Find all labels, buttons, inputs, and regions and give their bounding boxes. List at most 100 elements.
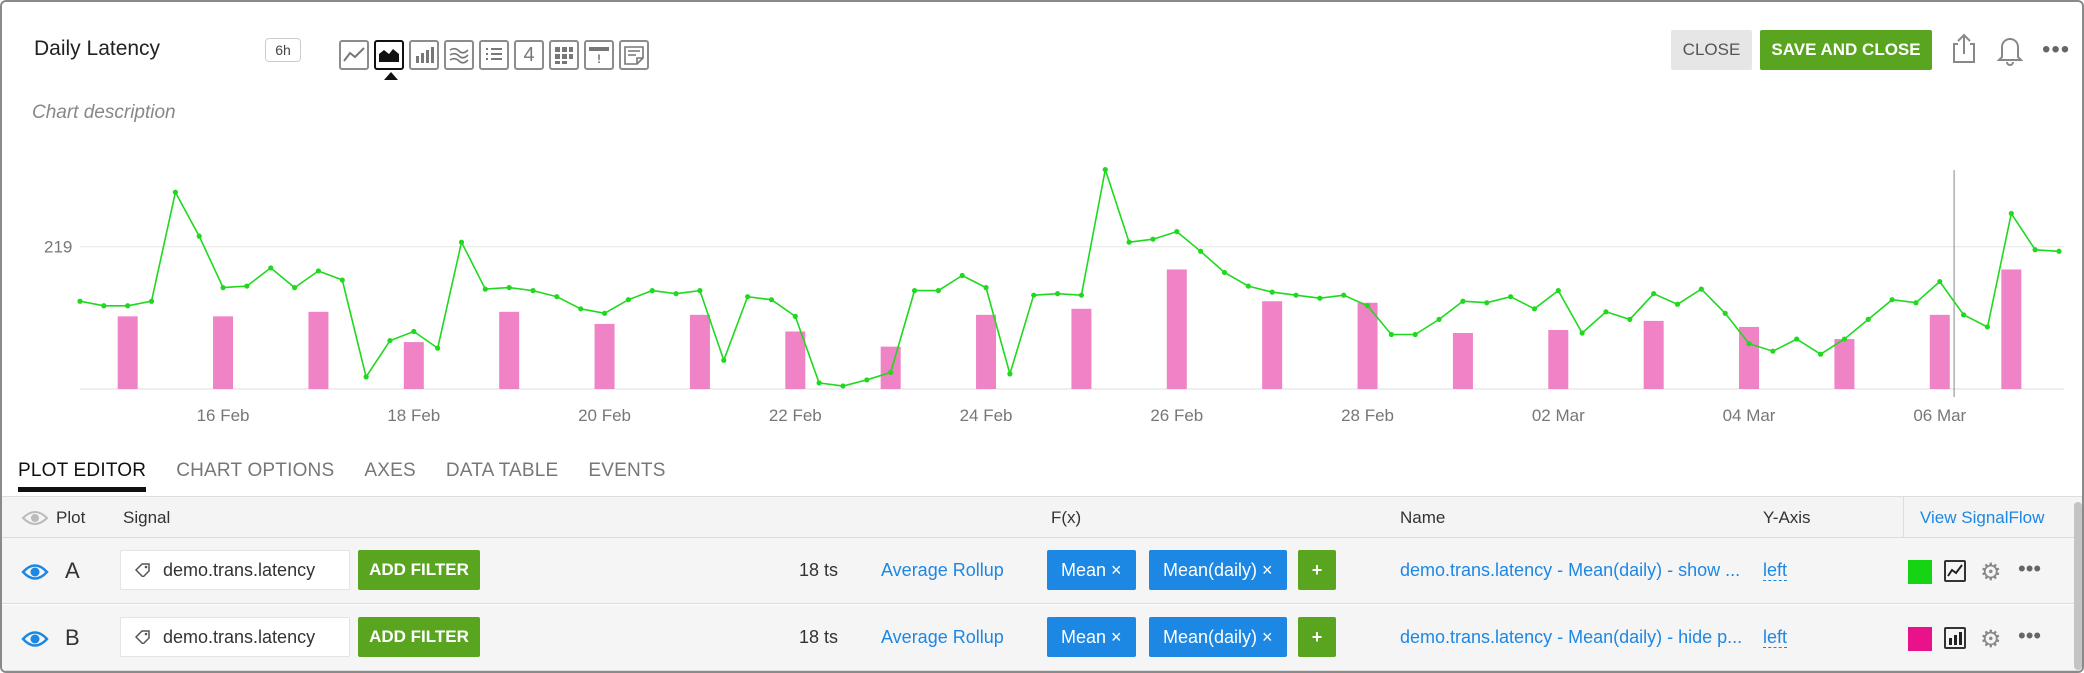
data-point [601, 310, 608, 316]
rollup-link[interactable]: Average Rollup [881, 627, 1004, 648]
line-chart-icon[interactable] [339, 40, 369, 70]
add-function-button[interactable]: + [1298, 550, 1336, 590]
time-range-badge[interactable]: 6h [265, 38, 301, 62]
data-point [1961, 312, 1967, 318]
gear-icon[interactable]: ⚙ [1980, 558, 2002, 587]
fx-mean-daily-pill[interactable]: Mean(daily) × [1149, 617, 1287, 657]
fx-mean-pill[interactable]: Mean × [1047, 617, 1136, 657]
bar [1929, 314, 1950, 389]
save-and-close-button[interactable]: SAVE AND CLOSE [1760, 30, 1932, 70]
bar [213, 316, 234, 389]
data-point [1698, 286, 1704, 292]
x-tick-label: 20 Feb [578, 406, 631, 425]
header-name: Name [1400, 508, 1446, 527]
x-tick-label: 22 Feb [769, 406, 822, 425]
area-chart-icon[interactable] [374, 40, 404, 80]
list-icon[interactable] [479, 40, 509, 70]
bar-series [117, 269, 2022, 389]
data-point [101, 303, 107, 309]
add-filter-button[interactable]: ADD FILTER [358, 617, 480, 657]
add-function-button[interactable]: + [1298, 617, 1336, 657]
x-tick-label: 18 Feb [387, 406, 440, 425]
signal-input[interactable]: demo.trans.latency [120, 550, 350, 590]
data-point [1293, 292, 1299, 298]
data-point [1198, 248, 1204, 254]
tab-chart-options[interactable]: CHART OPTIONS [176, 460, 334, 492]
tab-axes[interactable]: AXES [364, 460, 416, 492]
event-feed-icon[interactable]: ! [584, 40, 614, 70]
data-point [1889, 297, 1895, 303]
tab-events[interactable]: EVENTS [588, 460, 665, 492]
heatmap-icon[interactable] [549, 40, 579, 70]
tab-data-table[interactable]: DATA TABLE [446, 460, 559, 492]
bar [785, 331, 806, 389]
data-point [1054, 291, 1061, 297]
bar [1643, 320, 1664, 389]
x-tick-label: 02 Mar [1532, 406, 1585, 425]
bar [308, 311, 329, 389]
data-point [363, 374, 369, 380]
data-point [1126, 239, 1132, 245]
eye-all-icon[interactable] [21, 509, 49, 527]
signal-input[interactable]: demo.trans.latency [120, 617, 350, 657]
plot-name-link[interactable]: demo.trans.latency - Mean(daily) - show … [1400, 560, 1745, 581]
data-point [840, 383, 846, 389]
column-chart-icon[interactable] [1944, 627, 1966, 649]
data-point [1102, 166, 1108, 173]
header-fx: F(x) [1051, 508, 1082, 527]
tab-plot-editor[interactable]: PLOT EDITOR [18, 460, 147, 492]
data-point [530, 288, 536, 294]
bar [880, 346, 901, 389]
y-tick-label: 219 [44, 238, 72, 257]
add-filter-button[interactable]: ADD FILTER [358, 550, 480, 590]
scrollbar[interactable] [2074, 502, 2082, 670]
data-point [792, 313, 798, 319]
bar [594, 323, 615, 389]
chart-title[interactable]: Daily Latency [34, 37, 160, 61]
more-options-icon[interactable]: ••• [2018, 623, 2041, 649]
fx-mean-daily-pill[interactable]: Mean(daily) × [1149, 550, 1287, 590]
line-chart-icon[interactable] [1944, 560, 1966, 582]
data-point [1794, 336, 1800, 342]
eye-icon[interactable] [21, 629, 49, 649]
chart-type-selector: 4 ! [339, 40, 649, 80]
rollup-link[interactable]: Average Rollup [881, 560, 1004, 581]
more-options-icon[interactable]: ••• [2018, 556, 2041, 582]
data-point [315, 268, 322, 274]
data-point [458, 239, 465, 245]
color-swatch[interactable] [1908, 627, 1932, 651]
more-options-icon[interactable]: ••• [2042, 36, 2070, 64]
text-note-icon[interactable] [619, 40, 649, 70]
data-point [1817, 351, 1824, 357]
bar [117, 316, 138, 389]
bell-icon[interactable] [1995, 32, 2025, 66]
column-chart-icon[interactable] [409, 40, 439, 70]
y-axis-link[interactable]: left [1763, 560, 1788, 581]
histogram-icon[interactable] [444, 40, 474, 70]
plot-row-a: A demo.trans.latency ADD FILTER 18 ts Av… [2, 538, 2082, 604]
data-point [77, 298, 83, 304]
single-value-icon[interactable]: 4 [514, 40, 544, 70]
tag-icon [135, 630, 150, 644]
data-point [1388, 331, 1394, 338]
data-point [1341, 292, 1347, 298]
close-button[interactable]: CLOSE [1671, 30, 1752, 70]
bar [499, 311, 520, 389]
share-icon[interactable] [1949, 32, 1979, 66]
x-tick-label: 04 Mar [1723, 406, 1776, 425]
eye-icon[interactable] [21, 562, 49, 582]
view-signalflow-link[interactable]: View SignalFlow [1903, 497, 2082, 539]
plot-name-link[interactable]: demo.trans.latency - Mean(daily) - hide … [1400, 627, 1745, 648]
y-axis-link[interactable]: left [1763, 627, 1788, 648]
data-point [888, 369, 894, 375]
gear-icon[interactable]: ⚙ [1980, 625, 2002, 654]
color-swatch[interactable] [1908, 560, 1932, 584]
data-point [578, 306, 584, 312]
editor-tabs: PLOT EDITOR CHART OPTIONS AXES DATA TABL… [18, 460, 666, 492]
chart-description[interactable]: Chart description [32, 102, 176, 124]
svg-text:!: ! [597, 52, 601, 66]
fx-mean-pill[interactable]: Mean × [1047, 550, 1136, 590]
data-point [1317, 295, 1323, 301]
data-point [1841, 336, 1848, 342]
data-point [435, 345, 441, 351]
